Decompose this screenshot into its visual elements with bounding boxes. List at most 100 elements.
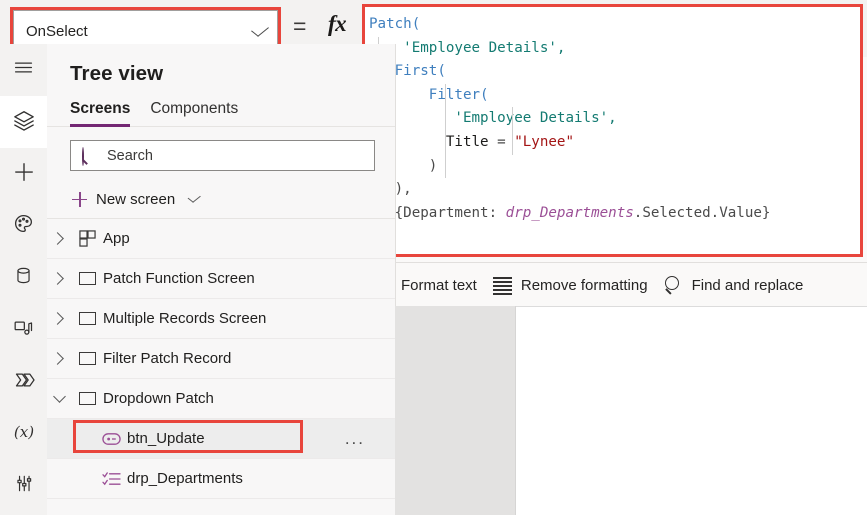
tree-item-filter-patch-record[interactable]: Filter Patch Record <box>47 339 395 379</box>
app-icon <box>71 230 103 247</box>
formula-line: Title = "Lynee" <box>369 130 860 155</box>
hamburger-menu-icon <box>13 57 34 83</box>
tree-item-patch-function-screen[interactable]: Patch Function Screen <box>47 259 395 299</box>
new-screen-button[interactable]: New screen <box>47 180 395 219</box>
rail-button-media[interactable] <box>0 304 47 356</box>
app-canvas[interactable] <box>395 306 867 515</box>
formula-line: 'Employee Details', <box>369 36 860 61</box>
rail-button-menu[interactable] <box>0 44 47 96</box>
more-options-icon[interactable]: ... <box>345 429 365 449</box>
format-text-label: Format text <box>401 276 477 294</box>
formula-input[interactable]: Patch( 'Employee Details', First( Filter… <box>365 7 860 254</box>
find-and-replace-button[interactable]: Find and replace <box>656 268 812 302</box>
left-icon-rail: (x) <box>0 44 48 515</box>
plus-insert-icon <box>13 161 35 188</box>
formula-line: First( <box>369 60 860 84</box>
formula-token: ), <box>394 181 412 198</box>
tree-item-multiple-records-screen[interactable]: Multiple Records Screen <box>47 299 395 339</box>
svg-text:(x): (x) <box>13 423 33 441</box>
rail-button-insert[interactable] <box>0 148 47 200</box>
rail-button-tree-view[interactable] <box>0 96 47 148</box>
chevron-down-icon[interactable] <box>47 390 71 403</box>
formula-token: ) <box>428 157 438 174</box>
tree-item-label: drp_Departments <box>127 470 243 487</box>
formula-token: .Selected.Value} <box>633 204 771 221</box>
page-title: Tree view <box>70 62 164 85</box>
search-placeholder: Search <box>107 147 153 164</box>
rail-button-power-automate[interactable] <box>0 356 47 408</box>
tab-components[interactable]: Components <box>150 100 238 126</box>
formula-token: 'Employee Details', <box>403 39 566 56</box>
indent-guide <box>445 83 446 108</box>
layers-tree-view-icon <box>13 109 35 136</box>
formula-token: 'Employee Details', <box>454 110 617 127</box>
advanced-tools-icon <box>14 473 33 499</box>
formula-line: Filter( <box>369 83 860 108</box>
formula-line: ), <box>369 178 860 202</box>
find-and-replace-label: Find and replace <box>691 276 804 294</box>
rail-button-advanced-tools[interactable] <box>0 460 47 512</box>
plus-icon <box>72 191 87 207</box>
tree-item-label: Dropdown Patch <box>103 390 214 407</box>
formula-token: First( <box>394 63 446 80</box>
tree-view-panel: Tree view Screens Components Search New … <box>47 44 396 515</box>
tree-item-drp-departments[interactable]: drp_Departments <box>47 459 395 499</box>
search-container: Search <box>47 127 395 171</box>
fx-icon: fx <box>328 11 347 36</box>
chevron-down-icon[interactable] <box>187 192 201 203</box>
dropdown-control-icon <box>95 471 127 487</box>
formula-token: Filter( <box>428 86 489 103</box>
chevron-right-icon[interactable] <box>47 272 71 285</box>
power-automate-icon <box>13 370 35 395</box>
formula-token: drp_Departments <box>505 204 634 221</box>
search-icon <box>82 147 98 166</box>
tree-item-label: App <box>103 230 130 247</box>
rail-button-variables[interactable]: (x) <box>0 408 47 460</box>
chevron-right-icon[interactable] <box>47 352 71 365</box>
tab-screens[interactable]: Screens <box>70 100 131 127</box>
search-box[interactable]: Search <box>70 140 375 171</box>
screen-icon <box>71 352 103 365</box>
power-apps-studio: OnSelect = fx Patch( 'Employee Details',… <box>0 0 867 515</box>
tree-item-app[interactable]: App <box>47 219 395 259</box>
tree-item-dropdown-patch[interactable]: Dropdown Patch <box>47 379 395 419</box>
tree-item-list: App Patch Function Screen Multiple Records… <box>47 219 395 499</box>
indent-guide <box>445 130 446 155</box>
property-selector-value: OnSelect <box>26 22 88 40</box>
indent-guide <box>512 130 513 155</box>
tree-item-label: Patch Function Screen <box>103 270 255 287</box>
tree-tabs: Screens Components <box>47 86 395 127</box>
screen-icon <box>71 272 103 285</box>
selected-item-highlight <box>73 420 303 453</box>
palette-theme-icon <box>13 213 34 239</box>
formula-line: ) <box>369 225 860 249</box>
remove-formatting-button[interactable]: Remove formatting <box>485 268 656 302</box>
chevron-right-icon[interactable] <box>47 312 71 325</box>
formula-token: Patch( <box>369 16 421 32</box>
canvas-left-strip <box>395 306 516 515</box>
indent-guide <box>445 154 446 179</box>
tree-item-btn-update[interactable]: btn_Update... <box>47 419 395 459</box>
variables-fx-icon: (x) <box>11 422 37 447</box>
rail-button-data[interactable] <box>0 252 47 304</box>
new-screen-label: New screen <box>96 190 176 208</box>
chevron-down-icon[interactable] <box>243 21 277 37</box>
tree-item-label: Filter Patch Record <box>103 350 232 367</box>
formula-line: ) <box>369 154 860 179</box>
media-icon <box>13 318 34 343</box>
formula-token: "Lynee" <box>514 133 575 150</box>
screen-icon <box>71 312 103 325</box>
remove-formatting-icon <box>492 276 513 295</box>
chevron-right-icon[interactable] <box>47 232 71 245</box>
formula-token: Title <box>445 133 489 150</box>
indent-guide <box>512 107 513 131</box>
tree-item-label: Multiple Records Screen <box>103 310 267 327</box>
formula-line: {Department: drp_Departments.Selected.Va… <box>369 201 860 226</box>
search-icon <box>664 276 684 295</box>
formula-token: {Department: <box>394 204 506 221</box>
rail-button-theme[interactable] <box>0 200 47 252</box>
formula-bar-highlight: Patch( 'Employee Details', First( Filter… <box>362 4 863 257</box>
formula-line: Patch( <box>369 13 860 37</box>
database-data-icon <box>14 265 33 291</box>
screen-icon <box>71 392 103 405</box>
